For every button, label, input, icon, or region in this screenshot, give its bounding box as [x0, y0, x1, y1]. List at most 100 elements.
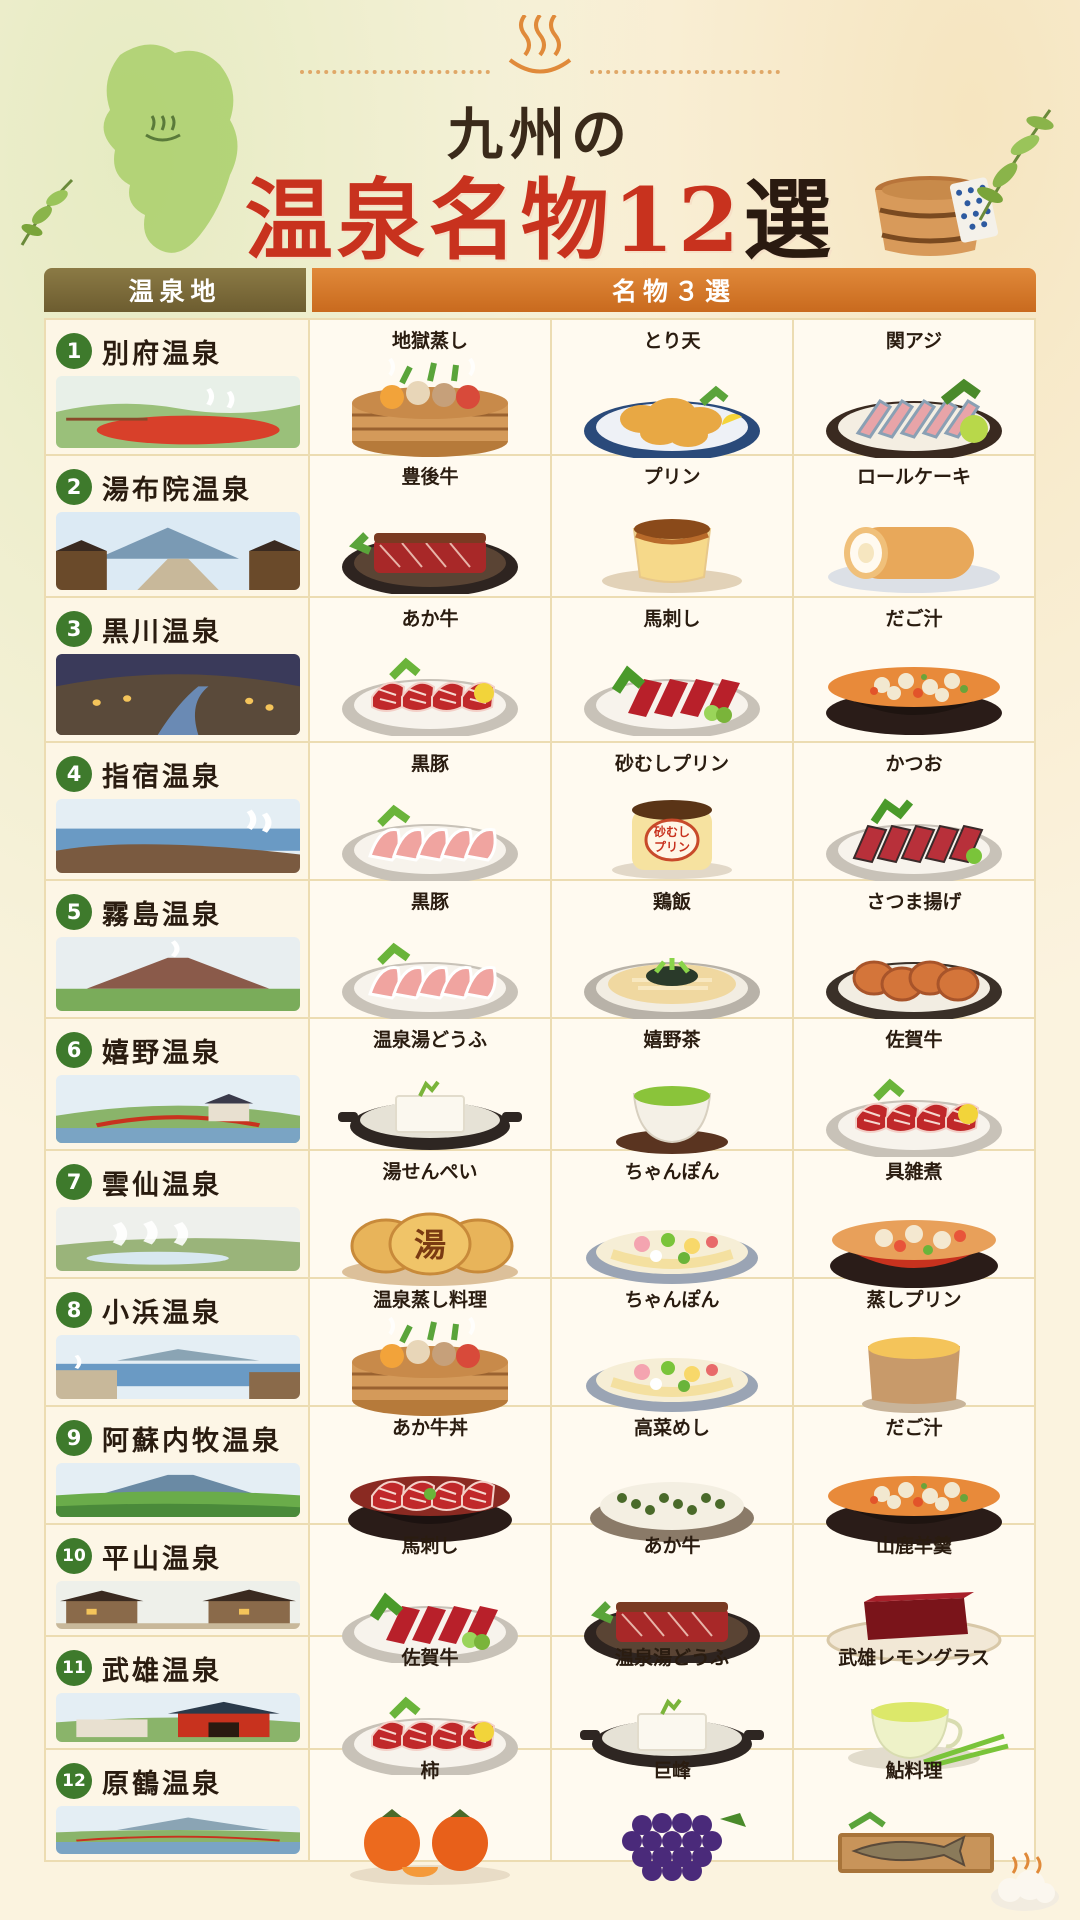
number-badge: 12	[56, 1763, 92, 1799]
number-badge: 9	[56, 1420, 92, 1456]
specialty-foods: 湯せんぺい 湯 ちゃんぽん 具雑煮	[310, 1151, 1034, 1288]
food-cell: 山鹿羊羹	[794, 1525, 1034, 1662]
food-name: 馬刺し	[401, 1535, 459, 1557]
food-illustration: 砂むし プリン	[552, 776, 792, 887]
food-name: あか牛	[401, 608, 459, 630]
food-name: 馬刺し	[643, 608, 701, 630]
food-name: ちゃんぽん	[624, 1161, 720, 1183]
food-name: 温泉湯どうふ	[614, 1647, 729, 1669]
onsen-spot-cell: 4 指宿温泉	[46, 743, 310, 879]
food-illustration	[310, 353, 550, 464]
number-badge: 6	[56, 1032, 92, 1068]
food-name: 温泉湯どうふ	[372, 1029, 487, 1051]
column-header-foods: 名物３選	[312, 268, 1036, 312]
food-cell: 温泉湯どうふ	[552, 1637, 794, 1768]
onsen-name: 原鶴温泉	[102, 1768, 222, 1800]
spot-heading: 2 湯布院温泉	[56, 468, 300, 506]
champon-icon	[586, 1358, 758, 1412]
spot-heading: 1 別府温泉	[56, 332, 300, 370]
table-row: 7 雲仙温泉 湯せんぺい 湯 ちゃんぽん 具雑煮	[44, 1151, 1036, 1288]
onsen-spot-cell: 11 武雄温泉	[46, 1637, 310, 1748]
food-illustration	[552, 1783, 792, 1894]
fish-cake-icon	[826, 960, 1002, 1019]
onsen-name: 小浜温泉	[102, 1297, 222, 1329]
senbei-icon: 湯	[342, 1212, 518, 1286]
onsen-name: 嬉野温泉	[102, 1037, 222, 1069]
onsen-name: 湯布院温泉	[102, 474, 252, 506]
food-illustration	[552, 1052, 792, 1163]
food-cell: ちゃんぽん	[552, 1279, 794, 1412]
onsen-spot-cell: 10 平山温泉	[46, 1525, 310, 1635]
food-name: 関アジ	[885, 330, 943, 352]
column-header-spot: 温泉地	[44, 268, 306, 312]
food-cell: 鶏飯	[552, 881, 794, 1019]
tofu-pot-icon	[338, 1080, 522, 1150]
food-illustration	[794, 631, 1034, 742]
dotted-divider-left	[300, 70, 490, 74]
table-row: 8 小浜温泉 温泉蒸し料理 ちゃんぽん 蒸しプリン	[44, 1279, 1036, 1416]
volcano-scene-icon	[56, 937, 300, 1011]
food-name: 鶏飯	[652, 891, 691, 913]
food-cell: あか牛	[310, 598, 552, 741]
onsen-name: 雲仙温泉	[102, 1169, 222, 1201]
specialty-foods: 温泉湯どうふ 嬉野茶 佐賀牛	[310, 1019, 1034, 1157]
specialty-foods: あか牛 馬刺し だご汁	[310, 598, 1034, 741]
onsen-spot-cell: 3 黒川温泉	[46, 598, 310, 741]
number-badge: 5	[56, 894, 92, 930]
food-name: あか牛丼	[391, 1417, 468, 1439]
title-main: 温泉名物12	[244, 168, 744, 272]
beef-steak-icon	[342, 532, 518, 594]
steamer-basket-icon	[352, 357, 508, 457]
bay-town-scene-icon	[56, 1335, 300, 1399]
number-badge: 8	[56, 1292, 92, 1328]
food-cell: 黒豚	[310, 743, 552, 881]
food-cell: ロールケーキ	[794, 456, 1034, 596]
food-cell: だご汁	[794, 1407, 1034, 1544]
onsen-symbol-icon	[508, 15, 572, 74]
mountain-town-scene-icon	[56, 512, 300, 590]
night-river-scene-icon	[56, 654, 300, 735]
onsen-name: 別府温泉	[102, 338, 222, 370]
food-name: 砂むしプリン	[614, 753, 729, 775]
zoni-icon	[830, 1220, 998, 1288]
specialty-foods: 温泉蒸し料理 ちゃんぽん 蒸しプリン	[310, 1279, 1034, 1416]
spot-heading: 5 霧島温泉	[56, 893, 300, 931]
onsen-spot-cell: 6 嬉野温泉	[46, 1019, 310, 1149]
number-badge: 11	[56, 1650, 92, 1686]
steam-field-scene-icon	[56, 1207, 300, 1271]
red-gate-scene-icon	[56, 1693, 300, 1742]
table-row: 1 別府温泉 地獄蒸し とり天 関アジ	[44, 318, 1036, 458]
food-cell: 高菜めし	[552, 1407, 794, 1542]
food-name: だご汁	[885, 1417, 943, 1439]
food-illustration	[310, 1052, 550, 1163]
specialty-foods: 黒豚 砂むしプリン 砂むし プリン かつお	[310, 743, 1034, 881]
food-name: さつま揚げ	[866, 891, 962, 913]
onsen-name: 平山温泉	[102, 1543, 222, 1575]
spot-heading: 9 阿蘇内牧温泉	[56, 1419, 300, 1457]
specialty-foods: 地獄蒸し とり天 関アジ	[310, 320, 1034, 458]
food-name: とり天	[643, 330, 701, 352]
table-row: 2 湯布院温泉 豊後牛 プリン ロールケーキ	[44, 456, 1036, 598]
specialty-foods: あか牛丼 高菜めし だご汁	[310, 1407, 1034, 1544]
red-bridge-scene-icon	[56, 1075, 300, 1143]
dotted-divider-right	[590, 70, 780, 74]
specialty-foods: 佐賀牛 温泉湯どうふ 武雄レモングラス	[310, 1637, 1034, 1775]
jar-label-line1: 砂むし	[653, 824, 690, 839]
pudding-icon	[602, 519, 742, 593]
onsen-name: 指宿温泉	[102, 761, 222, 793]
food-cell: あか牛	[552, 1525, 794, 1663]
food-illustration	[310, 489, 550, 600]
food-cell: 馬刺し	[310, 1525, 552, 1663]
grapes-icon	[622, 1813, 746, 1881]
food-illustration	[310, 776, 550, 887]
seaside-scene-icon	[56, 799, 300, 873]
table-row: 4 指宿温泉 黒豚 砂むしプリン 砂むし プリン かつお	[44, 743, 1036, 881]
village-scene-icon	[56, 1581, 300, 1629]
specialty-foods: 豊後牛 プリン ロールケーキ	[310, 456, 1034, 596]
food-name: 高菜めし	[633, 1417, 710, 1439]
champon-icon	[586, 1230, 758, 1284]
roll-cake-icon	[828, 527, 1000, 593]
table-row: 5 霧島温泉 黒豚 鶏飯 さつま揚げ	[44, 881, 1036, 1019]
food-name: 湯せんぺい	[382, 1161, 478, 1183]
food-cell: 嬉野茶	[552, 1019, 794, 1154]
